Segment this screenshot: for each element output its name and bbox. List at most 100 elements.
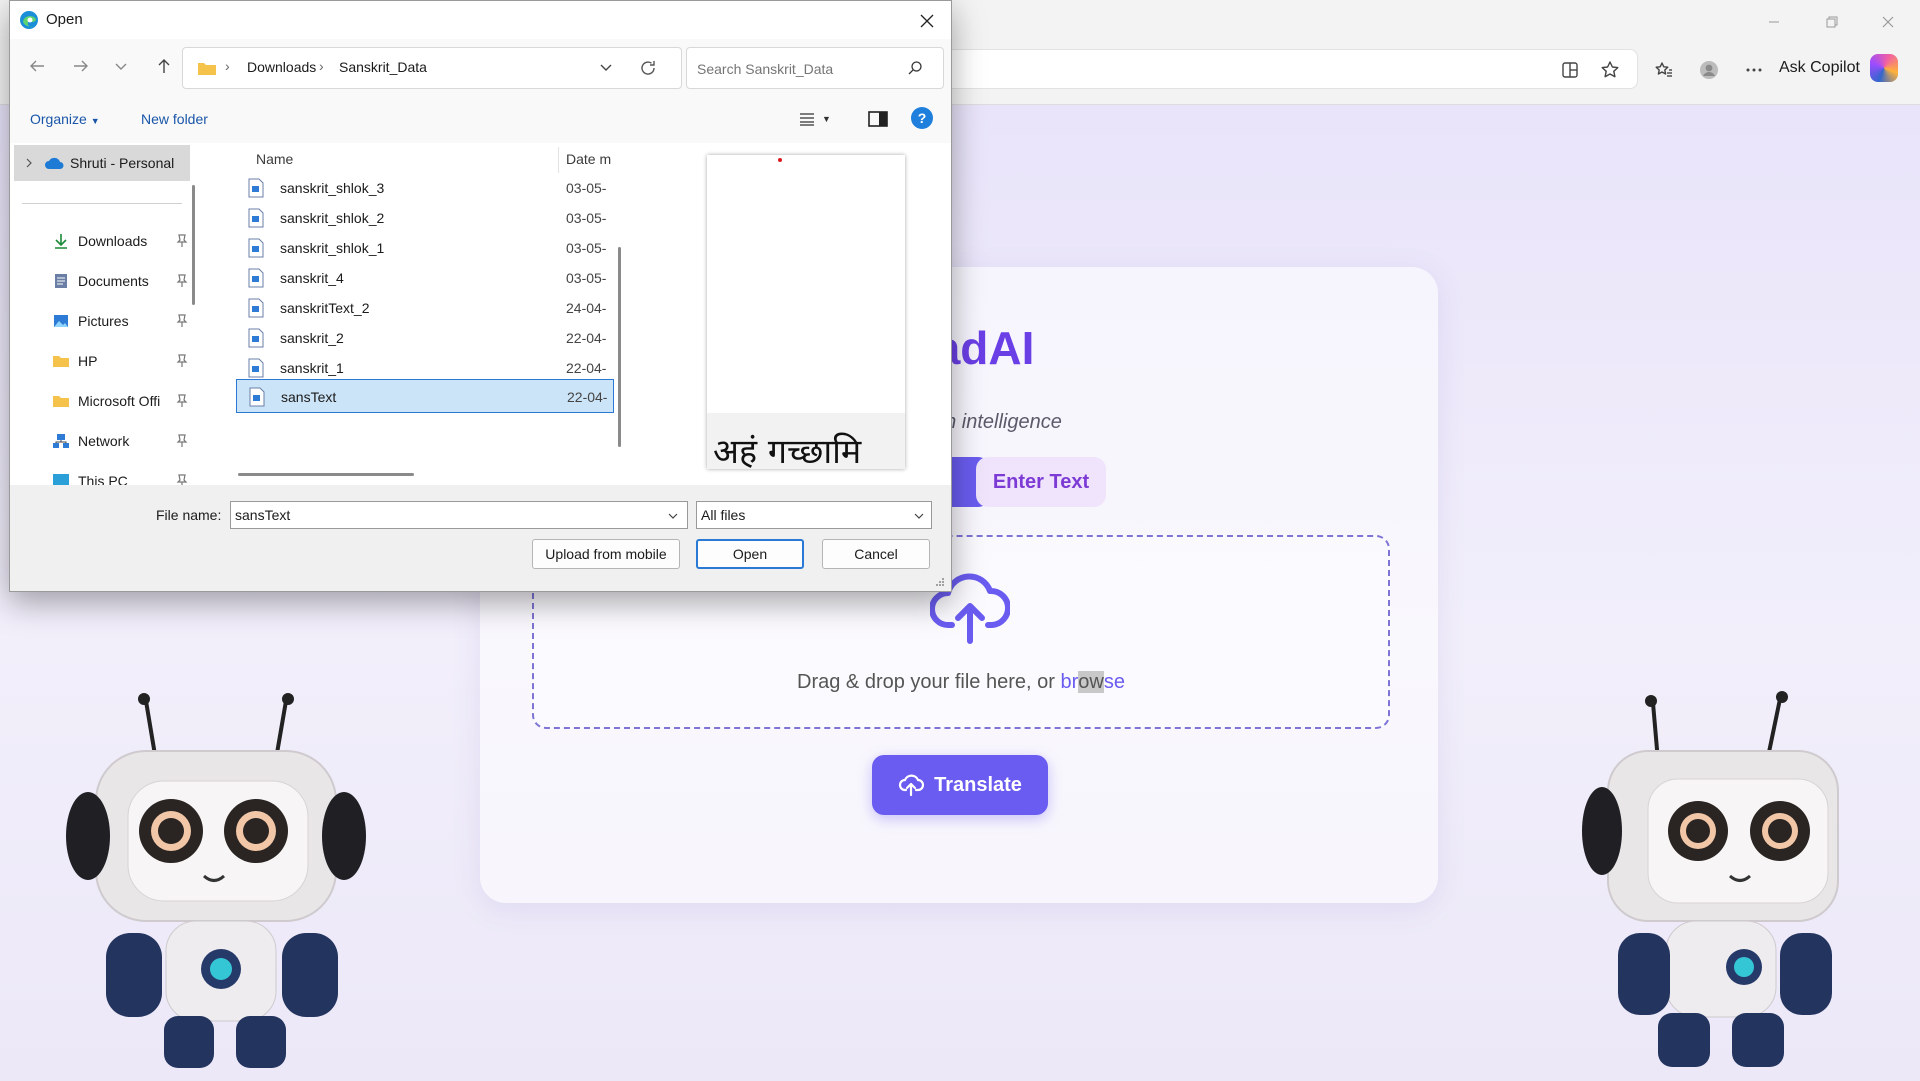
new-folder-button[interactable]: New folder — [141, 111, 208, 127]
browse-text-part: se — [1103, 671, 1125, 693]
sidebar-item-microsoft-office[interactable]: Microsoft Offi — [52, 387, 192, 415]
close-icon — [920, 14, 934, 28]
minimize-button[interactable] — [1752, 8, 1796, 36]
forward-button[interactable] — [66, 51, 96, 81]
up-folder-button[interactable] — [149, 51, 179, 81]
refresh-icon[interactable] — [639, 59, 657, 77]
cloud-upload-small-icon — [899, 774, 925, 797]
breadcrumb-separator: › — [319, 58, 324, 74]
file-list-vertical-scrollbar[interactable] — [618, 247, 621, 447]
back-button[interactable] — [22, 51, 52, 81]
close-window-button[interactable] — [1866, 8, 1910, 36]
upload-from-mobile-button[interactable]: Upload from mobile — [532, 539, 680, 569]
translate-label: Translate — [934, 773, 1022, 796]
sidebar-item-downloads[interactable]: Downloads — [52, 227, 192, 255]
file-name: sanskrit_shlok_2 — [280, 210, 385, 226]
chevron-down-icon — [115, 63, 127, 70]
column-header-date[interactable]: Date m — [566, 151, 612, 167]
navigation-pane: Shruti - Personal Downloads Documents Pi… — [10, 143, 200, 485]
file-row-selected[interactable]: sansText 22-04- — [236, 379, 614, 413]
file-icon — [248, 328, 264, 348]
copilot-icon — [1869, 54, 1898, 82]
organize-button[interactable]: Organize ▼ — [30, 111, 100, 127]
nav-divider — [22, 203, 182, 204]
change-view-button[interactable]: ▼ — [798, 107, 848, 131]
recent-locations-button[interactable] — [106, 51, 136, 81]
address-path-box[interactable]: › Downloads › Sanskrit_Data — [182, 47, 682, 89]
dialog-close-button[interactable] — [910, 7, 944, 35]
sidebar-item-pictures[interactable]: Pictures — [52, 307, 192, 335]
preview-pane-icon[interactable] — [866, 107, 890, 131]
breadcrumb-downloads[interactable]: Downloads — [247, 59, 316, 75]
cancel-button[interactable]: Cancel — [822, 539, 930, 569]
edge-browser-icon — [20, 11, 38, 29]
dialog-bottom-panel: File name: sansText All files Upload fro… — [10, 485, 951, 591]
chevron-down-icon — [914, 513, 924, 519]
file-name: sanskritText_2 — [280, 300, 370, 316]
address-bar[interactable] — [946, 49, 1638, 89]
sidebar-item-label: Network — [78, 433, 130, 449]
favorites-icon[interactable] — [1648, 54, 1680, 86]
sidebar-item-network[interactable]: Network — [52, 427, 192, 455]
translate-button[interactable]: Translate — [872, 755, 1048, 815]
ask-copilot-button[interactable]: Ask Copilot — [1779, 52, 1898, 84]
sidebar-item-documents[interactable]: Documents — [52, 267, 192, 295]
pin-icon — [176, 274, 188, 287]
browse-link[interactable]: browse — [1060, 671, 1125, 693]
column-divider[interactable] — [558, 147, 559, 173]
file-date: 03-05- — [566, 180, 607, 196]
folder-icon — [53, 396, 69, 407]
pin-icon — [176, 434, 188, 447]
file-row[interactable]: sanskrit_4 03-05- — [236, 261, 614, 295]
dropzone-text: Drag & drop your file here, or browse — [534, 671, 1388, 694]
search-box[interactable] — [686, 47, 944, 89]
file-row[interactable]: sanskrit_shlok_2 03-05- — [236, 201, 614, 235]
robot-illustration-left — [66, 693, 366, 1068]
file-row[interactable]: sanskrit_2 22-04- — [236, 321, 614, 355]
chevron-down-icon[interactable] — [599, 62, 613, 74]
restore-button[interactable] — [1810, 8, 1854, 36]
pictures-icon — [54, 315, 68, 327]
sidebar-item-label: Downloads — [78, 233, 148, 249]
split-screen-icon[interactable] — [1554, 54, 1586, 86]
preview-mark — [778, 158, 782, 162]
caret-down-icon: ▼ — [90, 116, 100, 126]
file-row[interactable]: sanskrit_shlok_1 03-05- — [236, 231, 614, 265]
file-open-dialog: Open › Downloads › Sanskrit_Data Search … — [9, 0, 952, 592]
file-icon — [248, 358, 264, 378]
documents-icon — [55, 274, 67, 288]
file-type-value: All files — [701, 507, 746, 523]
tab-enter-text[interactable]: Enter Text — [976, 457, 1106, 507]
help-button[interactable]: ? — [911, 107, 933, 129]
pin-icon — [176, 314, 188, 327]
profile-avatar-icon[interactable] — [1693, 54, 1725, 86]
file-row[interactable]: sanskrit_shlok_3 03-05- — [236, 171, 614, 205]
column-header-name[interactable]: Name — [256, 151, 293, 167]
file-preview: अहं गच्छामि — [707, 155, 905, 469]
sidebar-item-label: Documents — [78, 273, 149, 289]
sidebar-item-hp[interactable]: HP — [52, 347, 192, 375]
sidebar-item-label: HP — [78, 353, 98, 369]
sidebar-item-this-pc[interactable]: This PC — [52, 467, 192, 485]
search-input[interactable] — [695, 58, 909, 80]
pin-icon — [176, 394, 188, 407]
sidebar-item-label: This PC — [78, 473, 128, 485]
search-icon — [908, 61, 922, 75]
more-options-icon[interactable] — [1738, 54, 1770, 86]
sidebar-item-onedrive[interactable]: Shruti - Personal — [14, 145, 190, 181]
file-type-select[interactable]: All files — [696, 501, 932, 529]
chevron-down-icon[interactable] — [667, 510, 679, 522]
nav-pane-scrollbar[interactable] — [192, 185, 195, 305]
favorite-star-icon[interactable] — [1594, 54, 1626, 86]
file-name-field[interactable]: sansText — [230, 501, 688, 529]
sidebar-item-label: Shruti - Personal — [70, 155, 175, 171]
pin-icon — [176, 234, 188, 247]
file-row[interactable]: sanskritText_2 24-04- — [236, 291, 614, 325]
file-icon — [248, 298, 264, 318]
open-button[interactable]: Open — [696, 539, 804, 569]
resize-grip-icon[interactable] — [935, 577, 945, 587]
file-name: sanskrit_1 — [280, 360, 344, 376]
ask-copilot-label: Ask Copilot — [1779, 59, 1860, 76]
breadcrumb-sanskrit-data[interactable]: Sanskrit_Data — [339, 59, 427, 75]
file-list-horizontal-scrollbar[interactable] — [238, 473, 414, 476]
